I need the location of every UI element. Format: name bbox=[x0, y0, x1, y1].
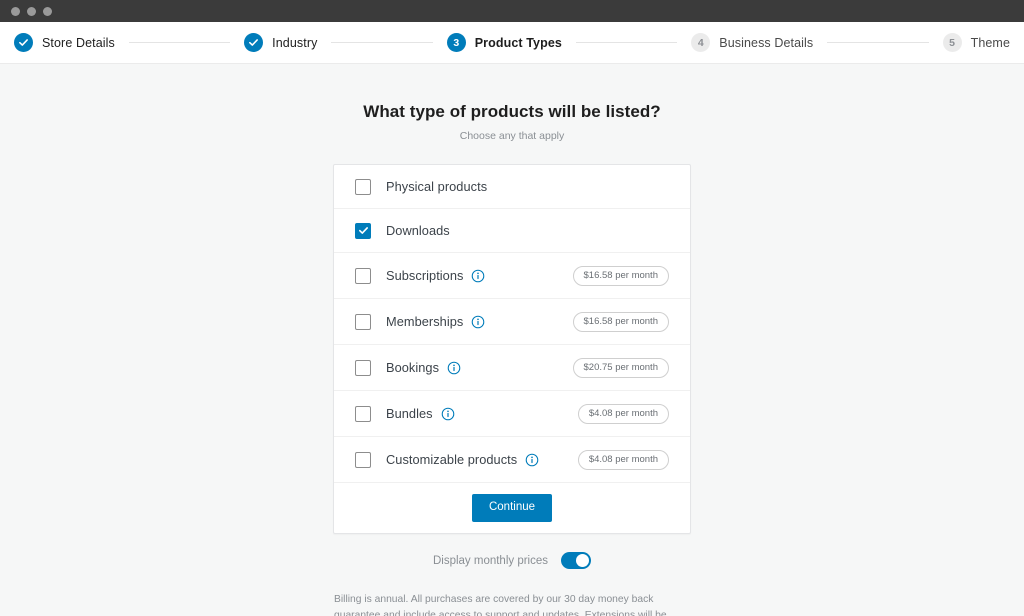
close-dot[interactable] bbox=[11, 6, 20, 16]
product-type-label: Physical products bbox=[386, 179, 488, 194]
product-type-label: Customizable products bbox=[386, 452, 518, 467]
info-icon[interactable] bbox=[441, 407, 455, 421]
window-title-bar bbox=[0, 0, 1024, 22]
price-badge: $4.08 per month bbox=[577, 403, 669, 424]
continue-button[interactable]: Continue bbox=[471, 494, 553, 522]
checkbox-bundles[interactable] bbox=[355, 405, 371, 422]
minimize-dot[interactable] bbox=[27, 6, 36, 16]
product-type-label: Bookings bbox=[386, 360, 440, 375]
product-type-row[interactable]: Bundles $4.08 per month bbox=[334, 391, 690, 437]
info-icon[interactable] bbox=[525, 453, 539, 467]
product-type-row[interactable]: Subscriptions $16.58 per month bbox=[334, 253, 690, 299]
stepper-item-business-details[interactable]: 4 Business Details bbox=[691, 33, 813, 52]
product-type-row[interactable]: Physical products bbox=[334, 165, 690, 209]
check-icon bbox=[244, 33, 264, 52]
monthly-prices-label: Display monthly prices bbox=[432, 554, 549, 567]
step-number-badge: 3 bbox=[446, 33, 466, 52]
onboarding-stepper: Store Details Industry 3 Product Types 4 Busi… bbox=[0, 22, 1024, 64]
product-type-row[interactable]: Bookings $20.75 per month bbox=[334, 345, 690, 391]
checkbox-downloads[interactable] bbox=[355, 222, 371, 239]
card-footer: Continue bbox=[334, 483, 690, 533]
stepper-item-label: Industry bbox=[272, 35, 318, 50]
step-connector bbox=[575, 42, 678, 43]
main-content: What type of products will be listed? Ch… bbox=[0, 64, 1024, 616]
billing-disclaimer: Billing is annual. All purchases are cov… bbox=[334, 594, 667, 616]
step-connector bbox=[128, 42, 231, 43]
check-icon bbox=[14, 33, 33, 52]
price-badge: $16.58 per month bbox=[572, 265, 669, 286]
step-connector bbox=[331, 42, 433, 43]
stepper-item-theme[interactable]: 5 Theme bbox=[942, 33, 1010, 52]
stepper-item-product-types[interactable]: 3 Product Types bbox=[446, 33, 562, 52]
page-subtitle: Choose any that apply bbox=[459, 130, 565, 142]
checkbox-bookings[interactable] bbox=[355, 359, 371, 376]
monthly-prices-switch[interactable] bbox=[561, 552, 592, 569]
checkbox-physical-products[interactable] bbox=[355, 178, 371, 195]
product-types-card: Physical products Downloads Subscriptions $… bbox=[333, 164, 691, 534]
price-badge: $4.08 per month bbox=[577, 449, 669, 470]
info-icon[interactable] bbox=[447, 361, 461, 375]
product-type-row[interactable]: Downloads bbox=[334, 209, 690, 253]
page-title: What type of products will be listed? bbox=[363, 102, 661, 121]
info-icon[interactable] bbox=[471, 269, 485, 283]
info-icon[interactable] bbox=[471, 315, 485, 329]
checkbox-subscriptions[interactable] bbox=[355, 267, 371, 284]
stepper-item-label: Store Details bbox=[42, 35, 115, 50]
step-number-badge: 5 bbox=[942, 33, 962, 52]
stepper-item-label: Product Types bbox=[474, 35, 562, 50]
step-connector bbox=[827, 42, 929, 43]
step-number-badge: 4 bbox=[691, 33, 711, 52]
monthly-prices-toggle-row: Display monthly prices bbox=[432, 552, 592, 569]
product-type-row[interactable]: Customizable products $4.08 per month bbox=[334, 437, 690, 483]
maximize-dot[interactable] bbox=[43, 6, 52, 16]
product-type-row[interactable]: Memberships $16.58 per month bbox=[334, 299, 690, 345]
stepper-item-store-details[interactable]: Store Details bbox=[14, 33, 115, 52]
product-type-label: Bundles bbox=[386, 406, 433, 421]
stepper-item-industry[interactable]: Industry bbox=[244, 33, 317, 52]
product-type-label: Subscriptions bbox=[386, 268, 464, 283]
product-type-label: Downloads bbox=[386, 223, 450, 238]
price-badge: $20.75 per month bbox=[572, 357, 669, 378]
checkbox-customizable-products[interactable] bbox=[355, 451, 371, 468]
product-type-label: Memberships bbox=[386, 314, 464, 329]
toggle-knob bbox=[576, 554, 590, 567]
price-badge: $16.58 per month bbox=[572, 311, 669, 332]
stepper-item-label: Business Details bbox=[719, 35, 814, 50]
stepper-item-label: Theme bbox=[970, 35, 1010, 50]
checkbox-memberships[interactable] bbox=[355, 313, 371, 330]
